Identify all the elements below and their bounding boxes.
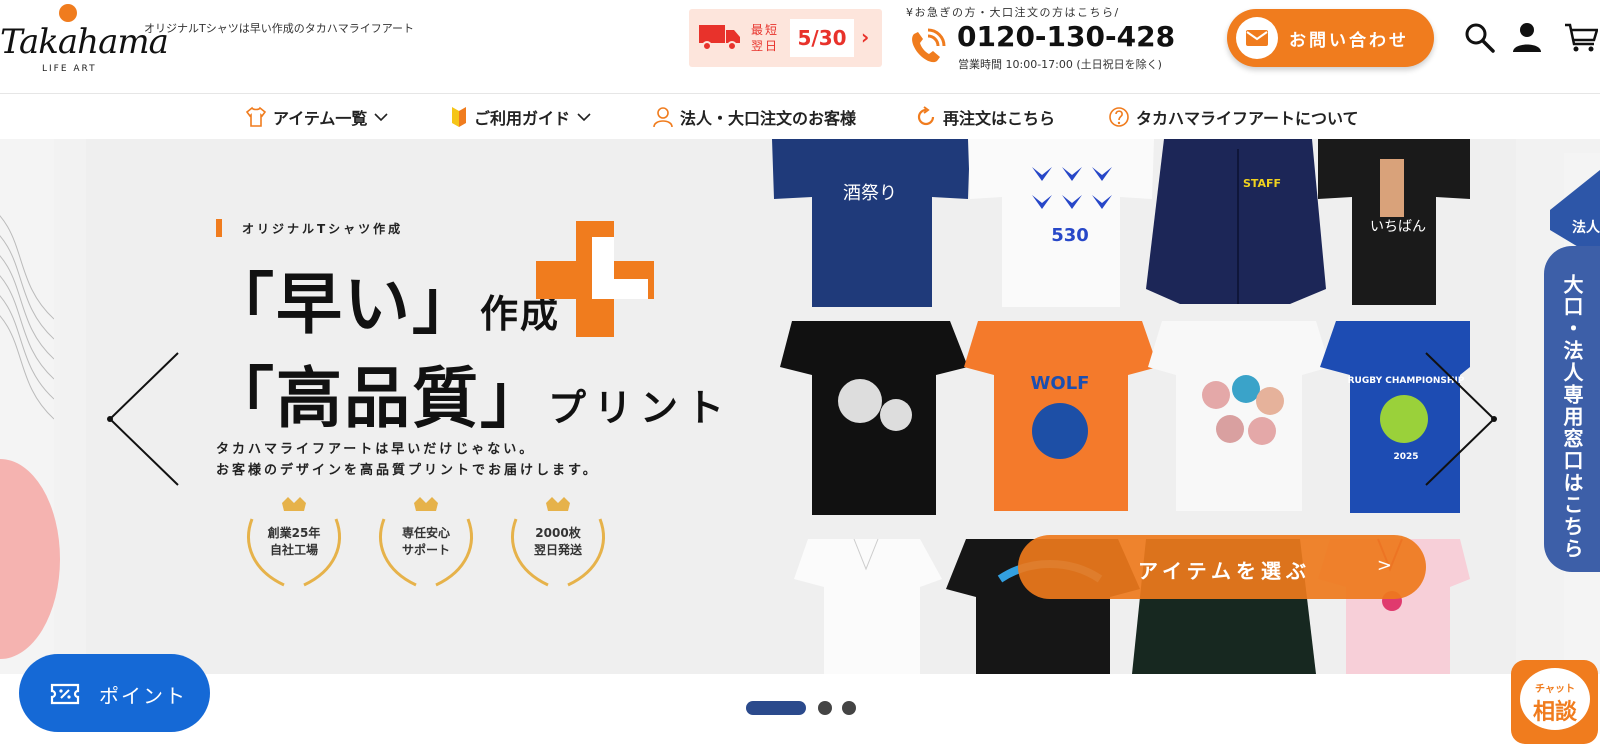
nav-item-items[interactable]: アイテム一覧 <box>245 105 389 129</box>
shirt-print-yakitori: いちばん <box>1370 219 1426 235</box>
coupon-icon <box>50 683 80 705</box>
chevron-down-icon <box>374 113 388 122</box>
hero-slider: 酒祭り 530 STAFF いちばん WOLF RUGBY CHAMPIONSH… <box>0 139 1600 674</box>
shirt-print-530: 530 <box>1051 225 1089 246</box>
slider-dot[interactable] <box>842 701 856 715</box>
reorder-icon <box>917 106 935 126</box>
polo-white <box>794 538 942 674</box>
search-icon[interactable] <box>1462 20 1496 54</box>
shirt-print-wolf: WOLF <box>1031 373 1090 394</box>
nav-item-about[interactable]: タカハマライフアートについて <box>1108 105 1359 129</box>
tshirt-navy-sake: 酒祭り <box>772 139 970 307</box>
question-icon <box>1109 107 1129 127</box>
truck-icon <box>699 25 740 51</box>
badge-support: 専任安心 サポート <box>370 495 482 591</box>
nav-item-reorder[interactable]: 再注文はこちら <box>915 105 1055 129</box>
tshirt-icon <box>245 106 267 127</box>
slider-dot-active[interactable] <box>746 701 806 715</box>
logo-subtext: LIFE ART <box>42 64 97 74</box>
badge-line-2: 自社工場 <box>269 543 318 557</box>
badge-line-1: 創業25年 <box>267 526 321 540</box>
badge-line-2: 翌日発送 <box>533 543 582 557</box>
slider-dot[interactable] <box>818 701 832 715</box>
nav-item-guide[interactable]: ご利用ガイド <box>450 105 592 129</box>
headline-2-emphasis: 「高品質」 <box>208 360 548 437</box>
chat-big-label: 相談 <box>1532 700 1577 725</box>
badge-line-2: サポート <box>401 543 450 557</box>
nav-label-items: アイテム一覧 <box>273 109 368 128</box>
cart-icon[interactable] <box>1564 20 1598 54</box>
contact-label: お問い合わせ <box>1289 31 1409 51</box>
badge-shipping-text: 2000枚 翌日発送 <box>502 525 614 559</box>
tshirt-black-yakitori: いちばん <box>1318 139 1470 305</box>
hero-subtitle: オリジナルTシャツ作成 <box>242 222 404 236</box>
badge-founded: 創業25年 自社工場 <box>238 495 350 591</box>
badge-support-text: 専任安心 サポート <box>370 525 482 559</box>
nav-label-about: タカハマライフアートについて <box>1136 109 1359 128</box>
chat-bubble-icon: チャット 相談 <box>1520 668 1590 730</box>
corporate-tab-label: 大口・法人専用窓口はこちら <box>1560 274 1584 560</box>
account-icon[interactable] <box>1510 20 1544 54</box>
chevron-right-icon: › <box>861 25 870 49</box>
point-button[interactable]: ポイント <box>19 654 210 732</box>
shirt-print-rugby-year: 2025 <box>1393 452 1418 462</box>
hero-description: タカハマライフアートは早いだけじゃない。 お客様のデザインを高品質プリントでお届… <box>216 439 599 481</box>
nav-label-reorder: 再注文はこちら <box>943 109 1056 128</box>
cta-label: アイテムを選ぶ <box>1138 559 1311 583</box>
phone-number[interactable]: 0120-130-428 <box>957 20 1175 53</box>
hoodie-navy-staff: STAFF <box>1146 139 1326 304</box>
site-header: Takahama LIFE ART オリジナルTシャツは早い作成のタカハマライフ… <box>0 0 1600 94</box>
shipping-banner[interactable]: 最短翌日 5/30 › <box>689 9 882 67</box>
phone-icon <box>912 28 946 63</box>
person-icon <box>653 107 673 128</box>
hero-description-line-2: お客様のデザインを高品質プリントでお届けします。 <box>216 463 599 478</box>
nav-item-corporate[interactable]: 法人・大口注文のお客様 <box>652 105 856 129</box>
headline-2-suffix: プリント <box>548 386 733 430</box>
logo-text: Takahama <box>0 22 169 62</box>
logo-dot <box>59 4 77 22</box>
tshirt-white-idol <box>1148 321 1330 511</box>
shirt-print-sake: 酒祭り <box>843 183 897 204</box>
tshirt-black-band <box>780 321 968 515</box>
phone-note: ¥お急ぎの方・大口注文の方はこちら/ <box>906 6 1120 19</box>
mail-icon <box>1236 17 1278 59</box>
headline-1-emphasis: 「早い」 <box>208 266 480 343</box>
chat-small-label: チャット <box>1535 684 1575 695</box>
hero-description-line-1: タカハマライフアートは早いだけじゃない。 <box>216 442 536 457</box>
badge-line-1: 2000枚 <box>535 526 581 540</box>
badge-founded-text: 創業25年 自社工場 <box>238 525 350 559</box>
ribbon-label: 法人 <box>1572 219 1600 236</box>
beginner-icon <box>452 107 466 127</box>
chevron-down-icon <box>577 113 591 122</box>
nav-label-corporate: 法人・大口注文のお客様 <box>680 109 857 128</box>
shipping-date: 5/30 <box>790 19 854 57</box>
slider-prev-arrow-icon[interactable] <box>104 351 184 487</box>
point-label: ポイント <box>99 684 187 708</box>
cta-arrow-icon: > <box>1376 555 1392 576</box>
tshirt-white-birds: 530 <box>968 139 1154 307</box>
nav-label-guide: ご利用ガイド <box>474 109 571 128</box>
badge-line-1: 専任安心 <box>401 526 450 540</box>
hero-headline-1: 「早い」作成 <box>208 251 560 347</box>
subtitle-accent-bar <box>216 219 222 237</box>
plus-logo-mark <box>536 221 654 337</box>
hero-prev-slide-peek <box>0 139 60 674</box>
business-hours: 営業時間 10:00-17:00 (土日祝日を除く) <box>958 58 1162 71</box>
shirt-print-staff: STAFF <box>1243 177 1281 190</box>
slider-pagination <box>746 700 858 716</box>
chat-consult-button[interactable]: チャット 相談 <box>1511 660 1598 744</box>
corporate-contact-tab[interactable]: 大口・法人専用窓口はこちら <box>1544 246 1600 572</box>
shipping-label: 最短翌日 <box>751 23 780 53</box>
tshirt-orange-wolf: WOLF <box>964 321 1158 511</box>
header-tagline: オリジナルTシャツは早い作成のタカハマライフアート <box>144 22 415 35</box>
main-nav: アイテム一覧 ご利用ガイド 法人・大口注文のお客様 再注文はこちら タカハマライ… <box>0 95 1600 139</box>
site-logo[interactable]: Takahama LIFE ART <box>0 2 169 74</box>
badge-shipping: 2000枚 翌日発送 <box>502 495 614 591</box>
slider-next-arrow-icon[interactable] <box>1420 351 1500 487</box>
hero-headline-2: 「高品質」プリント <box>208 345 732 441</box>
contact-button[interactable]: お問い合わせ <box>1227 9 1434 67</box>
choose-item-button[interactable]: アイテムを選ぶ > <box>1018 535 1426 599</box>
